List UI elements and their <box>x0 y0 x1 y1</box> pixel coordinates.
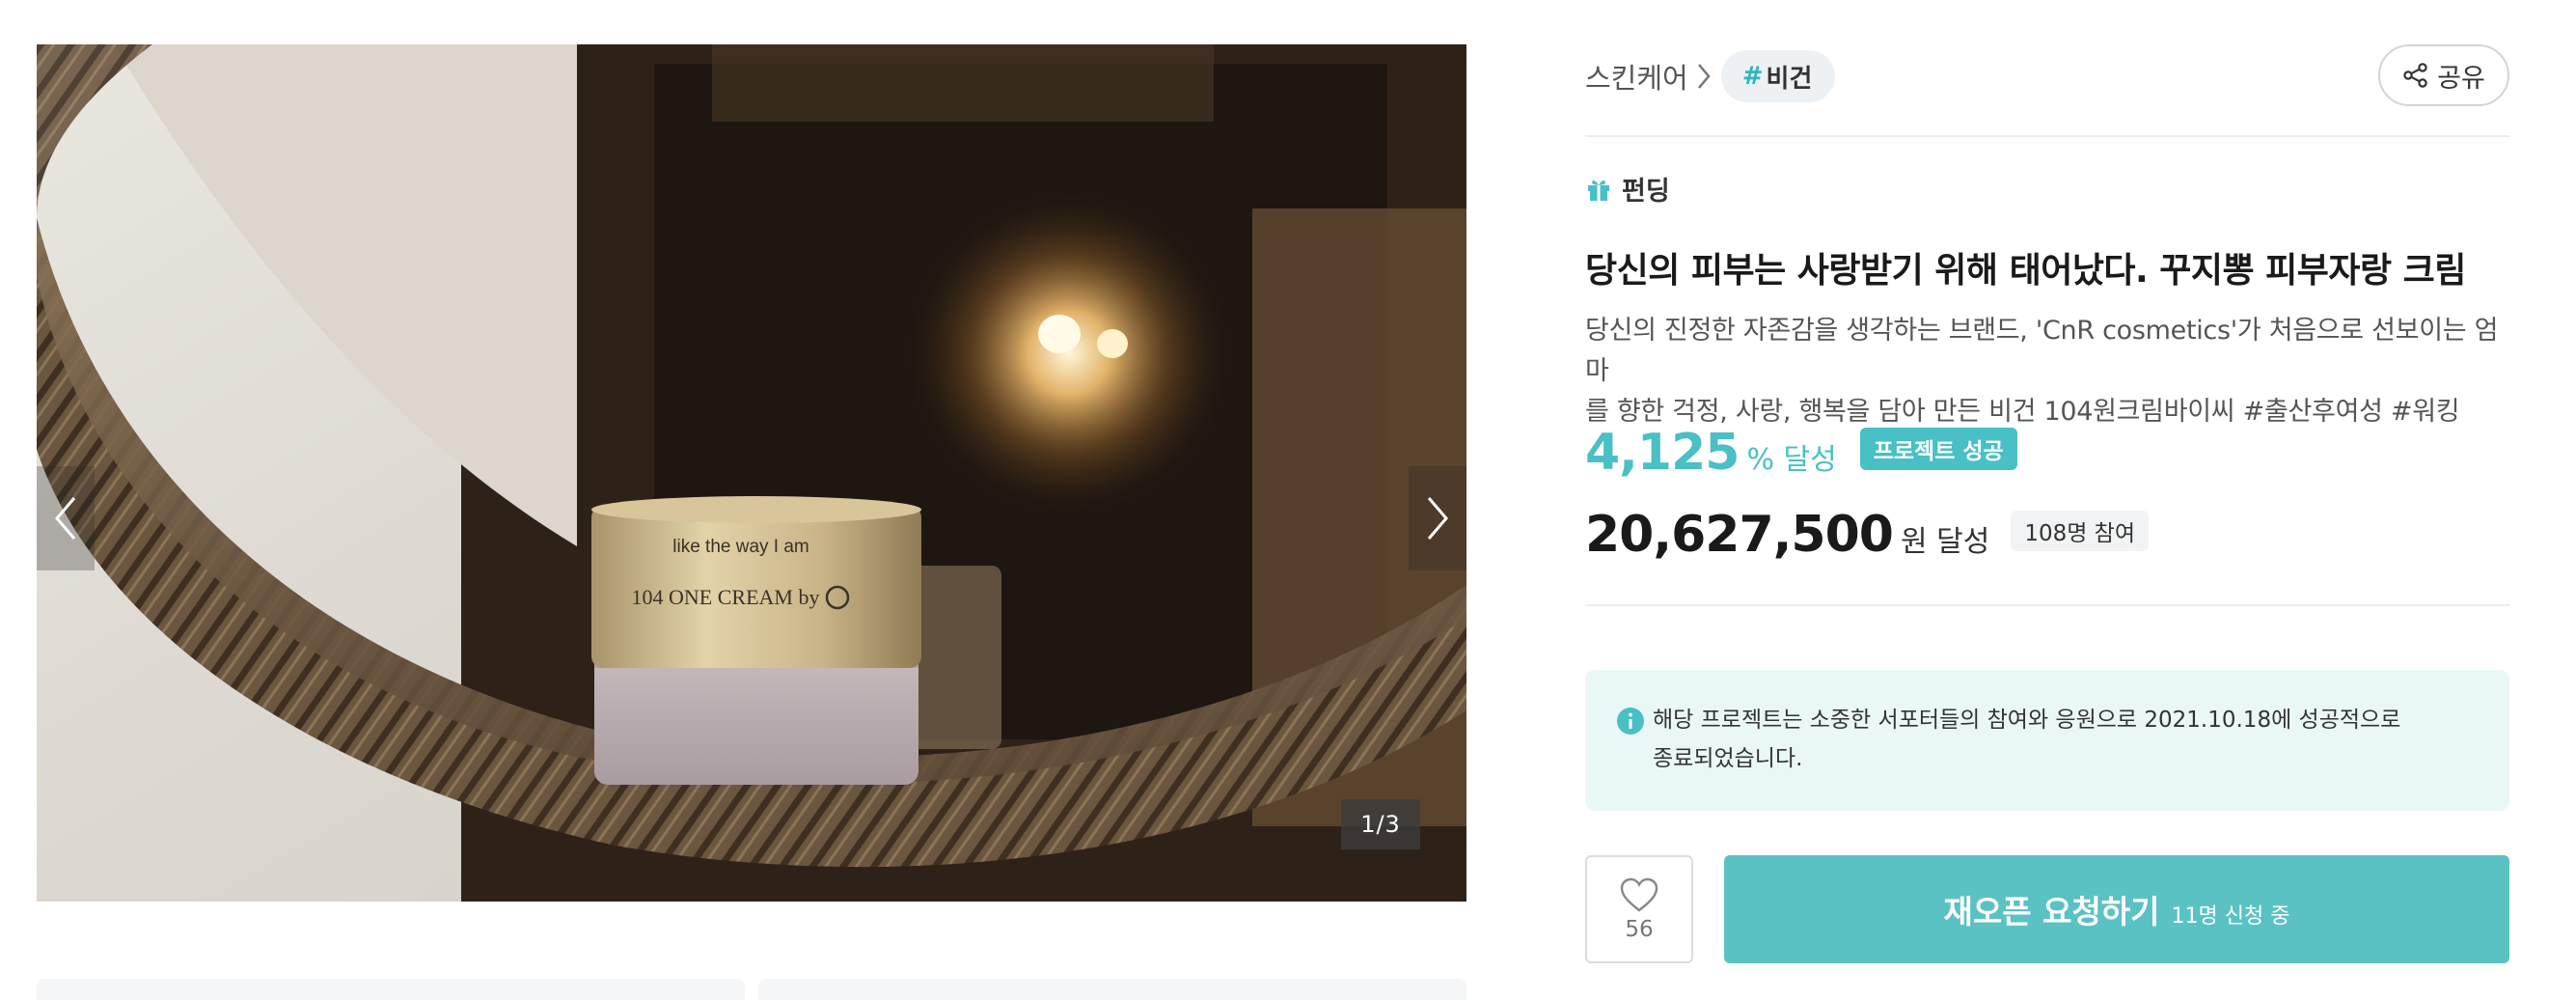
breadcrumb-category[interactable]: 스킨케어 <box>1585 56 1688 97</box>
breadcrumb: 스킨케어 # 비건 <box>1585 50 1836 102</box>
project-type-label: 펀딩 <box>1622 177 1670 207</box>
share-button[interactable]: 공유 <box>2378 44 2509 106</box>
notice-line: 해당 프로젝트는 소중한 서포터들의 참여와 응원으로 2021.10.18에 … <box>1653 708 2401 733</box>
funded-amount-value: 20,627,500 <box>1585 506 1894 564</box>
share-label: 공유 <box>2437 63 2485 94</box>
product-photo: like the way I am 104 ONE CREAM by <box>37 44 1466 902</box>
image-counter: 1/3 <box>1341 799 1420 849</box>
thumbnail-card[interactable] <box>758 979 1466 1000</box>
achievement-rate-value: 4,125 <box>1585 424 1740 482</box>
hash-symbol: # <box>1741 62 1764 91</box>
like-count: 56 <box>1625 917 1654 942</box>
info-icon <box>1617 708 1644 735</box>
chevron-right-icon <box>1427 497 1448 540</box>
tag-chip-vegan[interactable]: # 비건 <box>1720 50 1836 102</box>
project-info-panel: 스킨케어 # 비건 공유 펀딩 당신의 피부는 사랑받기 위해 태어났다. 꾸지… <box>1585 44 2509 963</box>
product-image-gallery: like the way I am 104 ONE CREAM by 1/3 <box>37 44 1466 902</box>
project-type: 펀딩 <box>1585 170 1670 208</box>
project-ended-notice: 해당 프로젝트는 소중한 서포터들의 참여와 응원으로 2021.10.18에 … <box>1585 670 2509 811</box>
divider <box>1585 604 2509 606</box>
prev-image-button[interactable] <box>37 466 95 570</box>
project-title: 당신의 피부는 사랑받기 위해 태어났다. 꾸지뽕 피부자랑 크림 <box>1585 251 2466 291</box>
project-description: 당신의 진정한 자존감을 생각하는 브랜드, 'CnR cosmetics'가 … <box>1585 311 2509 432</box>
notice-text: 해당 프로젝트는 소중한 서포터들의 참여와 응원으로 2021.10.18에 … <box>1653 701 2463 778</box>
thumbnail-card[interactable] <box>37 979 745 1000</box>
gift-icon <box>1588 180 1609 201</box>
funded-amount: 20,627,500 원 달성 108명 참여 <box>1585 506 2150 564</box>
supporter-count-badge: 108명 참여 <box>2011 511 2150 551</box>
funded-amount-unit: 원 달성 <box>1900 525 1990 559</box>
achievement-rate: 4,125 % 달성 프로젝트 성공 <box>1585 424 2017 482</box>
reopen-request-button[interactable]: 재오픈 요청하기 11명 신청 중 <box>1724 855 2509 963</box>
reopen-request-count: 11명 신청 중 <box>2171 904 2290 929</box>
description-line: 당신의 진정한 자존감을 생각하는 브랜드, 'CnR cosmetics'가 … <box>1585 316 2499 386</box>
notice-line: 종료되었습니다. <box>1653 746 1803 771</box>
achievement-rate-unit: % 달성 <box>1746 443 1837 477</box>
next-image-button[interactable] <box>1409 466 1466 570</box>
jar-print-line1: like the way I am <box>672 537 809 557</box>
chevron-left-icon <box>55 497 76 540</box>
info-header: 스킨케어 # 비건 공유 <box>1585 44 2509 137</box>
heart-icon <box>1620 877 1658 912</box>
like-button[interactable]: 56 <box>1585 855 1693 963</box>
chevron-right-icon <box>1697 64 1711 89</box>
tag-label: 비건 <box>1766 64 1813 94</box>
status-badge: 프로젝트 성공 <box>1859 428 2017 470</box>
jar-print-line2: 104 ONE CREAM by <box>632 585 820 609</box>
reopen-label: 재오픈 요청하기 <box>1943 893 2160 931</box>
share-icon <box>2403 63 2427 88</box>
